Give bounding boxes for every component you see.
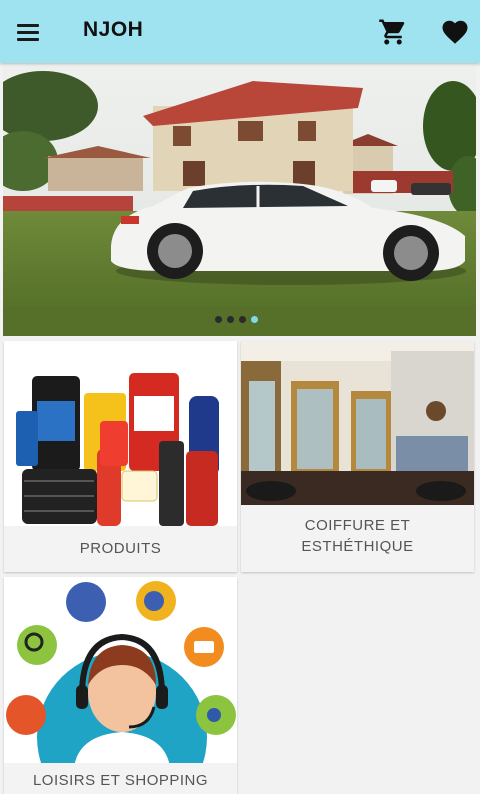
favorites-heart-icon[interactable]	[440, 17, 470, 47]
category-card-produits[interactable]: PRODUITS	[4, 341, 237, 572]
carousel-dot[interactable]	[239, 316, 246, 323]
carousel-dot-active[interactable]	[251, 316, 258, 323]
category-label: PRODUITS	[4, 526, 237, 572]
category-card-coiffure-esthetique[interactable]: COIFFURE ET ESTHÉTHIQUE	[241, 341, 474, 572]
carousel-indicator[interactable]	[215, 316, 258, 323]
app-bar: NJOH	[0, 0, 480, 63]
shopping-cart-icon[interactable]	[378, 17, 408, 47]
menu-icon[interactable]	[14, 18, 42, 46]
car-care-products-image	[4, 341, 237, 526]
carousel-dot[interactable]	[227, 316, 234, 323]
category-label-line-1: COIFFURE ET	[304, 517, 411, 534]
category-label: COIFFURE ET ESTHÉTHIQUE	[241, 505, 474, 572]
category-label: LOISIRS ET SHOPPING	[4, 763, 237, 794]
app-title: NJOH	[83, 18, 144, 41]
banner-carousel[interactable]	[3, 66, 476, 336]
beauty-salon-image	[241, 341, 474, 505]
category-label-line-2: ESTHÉTHIQUE	[301, 538, 414, 555]
carousel-dot[interactable]	[215, 316, 222, 323]
category-card-loisirs-shopping[interactable]: LOISIRS ET SHOPPING	[4, 577, 237, 794]
banner-image-house-and-car	[3, 66, 476, 336]
customer-support-illustration	[4, 577, 237, 767]
